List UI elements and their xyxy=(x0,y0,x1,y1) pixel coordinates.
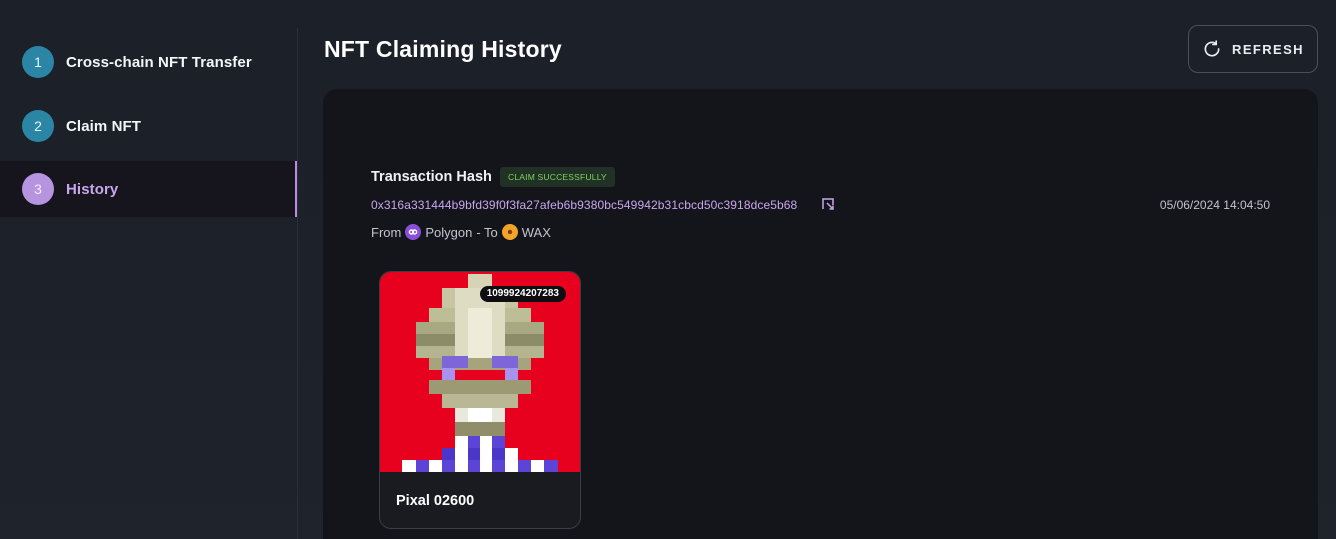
step-label: Cross-chain NFT Transfer xyxy=(66,53,252,71)
app-root: 1 Cross-chain NFT Transfer 2 Claim NFT 3… xyxy=(0,0,1336,539)
step-label: Claim NFT xyxy=(66,117,142,135)
route-from-label: From xyxy=(371,224,402,240)
transaction-datetime: 05/06/2024 14:04:50 xyxy=(1159,198,1270,212)
step-number-badge: 3 xyxy=(22,173,54,205)
sidebar-divider xyxy=(297,28,298,539)
refresh-icon xyxy=(1204,40,1220,57)
polygon-chain-icon xyxy=(405,224,422,240)
nft-id-badge: 1099924207283 xyxy=(479,286,566,302)
sidebar-steps: 1 Cross-chain NFT Transfer 2 Claim NFT 3… xyxy=(0,0,298,539)
nft-image xyxy=(380,272,580,472)
copy-link-icon[interactable] xyxy=(821,197,835,211)
step-number-badge: 1 xyxy=(22,46,54,78)
nft-card[interactable]: 1099924207283 Pixal 02600 xyxy=(379,271,581,529)
transaction-hash-title: Transaction Hash xyxy=(371,169,492,185)
step-number-badge: 2 xyxy=(22,110,54,142)
route-from-chain: Polygon xyxy=(425,224,473,240)
sidebar-step-history[interactable]: 3 History xyxy=(0,161,298,217)
sidebar-step-cross-chain-transfer[interactable]: 1 Cross-chain NFT Transfer xyxy=(0,34,298,90)
route-to-chain: WAX xyxy=(521,224,551,240)
sidebar-step-claim-nft[interactable]: 2 Claim NFT xyxy=(0,98,298,154)
history-panel: Transaction Hash CLAIM SUCCESSFULLY 0x31… xyxy=(323,89,1318,539)
refresh-button[interactable]: REFRESH xyxy=(1188,25,1318,73)
wax-chain-icon xyxy=(501,224,518,240)
nft-name: Pixal 02600 xyxy=(396,493,475,509)
chain-route: From Polygon - To WAX xyxy=(371,224,551,240)
page-title: NFT Claiming History xyxy=(324,36,562,62)
route-separator: - To xyxy=(476,224,498,240)
refresh-button-label: REFRESH xyxy=(1232,41,1304,57)
step-label: History xyxy=(66,180,119,198)
transaction-hash-value[interactable]: 0x316a331444b9bfd39f0f3fa27afeb6b9380bc5… xyxy=(371,198,797,212)
status-badge: CLAIM SUCCESSFULLY xyxy=(500,167,615,187)
